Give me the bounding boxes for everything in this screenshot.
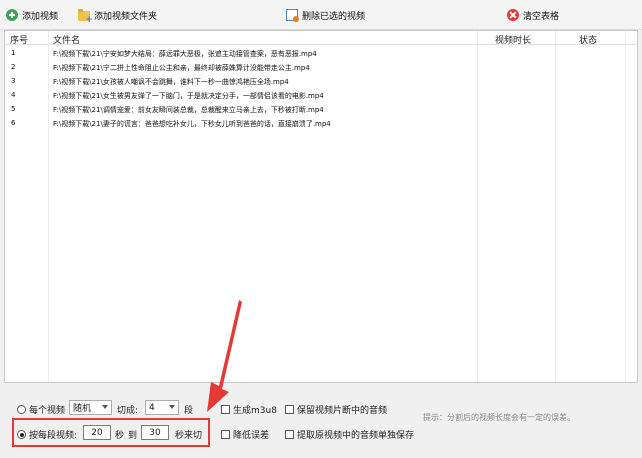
clear-icon	[507, 9, 519, 21]
extract-audio-checkbox[interactable]: 提取原视频中的音频单独保存	[285, 428, 414, 441]
delete-selected-label: 删除已选的视频	[302, 11, 366, 22]
row-filename: F:\视频下载\21\女生被男友弹了一下脑门，于是就决定分手，一部情侣该看的电影…	[53, 92, 324, 100]
segment-count-value: 4	[149, 402, 155, 413]
hint-text: 提示：分割后的视频长度会有一定的误差。	[423, 413, 575, 422]
toolbar: 添加视频 添加视频文件夹 删除已选的视频 清空表格	[0, 0, 642, 30]
table-row[interactable]: 5 F:\视频下载\21\调情宠爱：前女友瞬间装总裁，总裁醒来立马亲上去，下秒被…	[5, 102, 637, 116]
clear-table-button[interactable]: 清空表格	[507, 7, 559, 23]
row-filename: F:\视频下载\21\宁二拼上性命阻止公主和亲，最终却被薛姝算计没能带走公主.m…	[53, 64, 310, 72]
cut-into-label: 切成:	[117, 406, 139, 416]
per-video-label: 每个视频	[29, 406, 66, 416]
checkbox[interactable]	[285, 405, 294, 414]
header-status[interactable]: 状态	[579, 33, 597, 46]
delete-video-icon	[286, 9, 299, 22]
row-index: 1	[11, 49, 16, 57]
video-table[interactable]: 序号 文件名 视频时长 状态 1 F:\视频下载\21\宁安如梦大结局：薛远罪大…	[4, 30, 638, 383]
add-video-button[interactable]: 添加视频	[6, 7, 58, 23]
annotation-arrow-icon	[207, 300, 242, 412]
header-filename[interactable]: 文件名	[53, 33, 80, 46]
add-video-label: 添加视频	[22, 11, 59, 22]
mode-select-value: 随机	[73, 404, 92, 414]
table-row[interactable]: 4 F:\视频下载\21\女生被男友弹了一下脑门，于是就决定分手，一部情侣该看的…	[5, 88, 637, 102]
add-folder-button[interactable]: 添加视频文件夹	[78, 7, 158, 25]
highlight-box	[12, 418, 210, 447]
row-filename: F:\视频下载\21\宁安如梦大结局：薛远罪大恶极，张遮主动接管查案，恶有恶报.…	[53, 50, 317, 58]
header-index[interactable]: 序号	[10, 33, 28, 46]
reduce-error-checkbox[interactable]: 降低误差	[221, 428, 269, 441]
row-index: 4	[11, 91, 16, 99]
add-icon	[6, 9, 18, 21]
checkbox[interactable]	[221, 430, 230, 439]
segment-unit-label: 段	[184, 406, 194, 416]
chevron-down-icon	[102, 405, 108, 409]
header-duration[interactable]: 视频时长	[495, 33, 531, 46]
row-index: 6	[11, 119, 16, 127]
extract-audio-label: 提取原视频中的音频单独保存	[297, 431, 415, 441]
table-header: 序号 文件名 视频时长 状态	[5, 31, 637, 46]
keep-audio-checkbox[interactable]: 保留视频片断中的音频	[285, 403, 387, 416]
per-video-radio[interactable]: 每个视频	[17, 403, 65, 416]
table-row[interactable]: 3 F:\视频下载\21\女孩被人嘲讽不会跳舞，谁料下一秒一曲惊鸿艳压全场.mp…	[5, 74, 637, 88]
row-filename: F:\视频下载\21\妻子的谎言：爸爸想吃补女儿，下秒女儿听到爸爸的话，直接崩溃…	[53, 120, 331, 128]
clear-table-label: 清空表格	[523, 11, 560, 22]
table-row[interactable]: 1 F:\视频下载\21\宁安如梦大结局：薛远罪大恶极，张遮主动接管查案，恶有恶…	[5, 46, 637, 60]
delete-selected-button[interactable]: 删除已选的视频	[286, 7, 365, 23]
reduce-error-label: 降低误差	[233, 431, 270, 441]
checkbox[interactable]	[285, 430, 294, 439]
row-index: 2	[11, 63, 16, 71]
row-filename: F:\视频下载\21\女孩被人嘲讽不会跳舞，谁料下一秒一曲惊鸿艳压全场.mp4	[53, 78, 289, 86]
row-filename: F:\视频下载\21\调情宠爱：前女友瞬间装总裁，总裁醒来立马亲上去，下秒被打断…	[53, 106, 324, 114]
mode-select[interactable]: 随机	[69, 400, 112, 415]
chevron-down-icon	[169, 405, 175, 409]
add-folder-label: 添加视频文件夹	[94, 11, 158, 22]
table-row[interactable]: 2 F:\视频下载\21\宁二拼上性命阻止公主和亲，最终却被薛姝算计没能带走公主…	[5, 60, 637, 74]
folder-add-icon	[78, 8, 93, 25]
row-index: 3	[11, 77, 16, 85]
keep-audio-label: 保留视频片断中的音频	[297, 406, 388, 416]
row-index: 5	[11, 105, 16, 113]
radio-button[interactable]	[17, 405, 26, 414]
table-row[interactable]: 6 F:\视频下载\21\妻子的谎言：爸爸想吃补女儿，下秒女儿听到爸爸的话，直接…	[5, 116, 637, 130]
segment-count-select[interactable]: 4	[145, 400, 179, 415]
